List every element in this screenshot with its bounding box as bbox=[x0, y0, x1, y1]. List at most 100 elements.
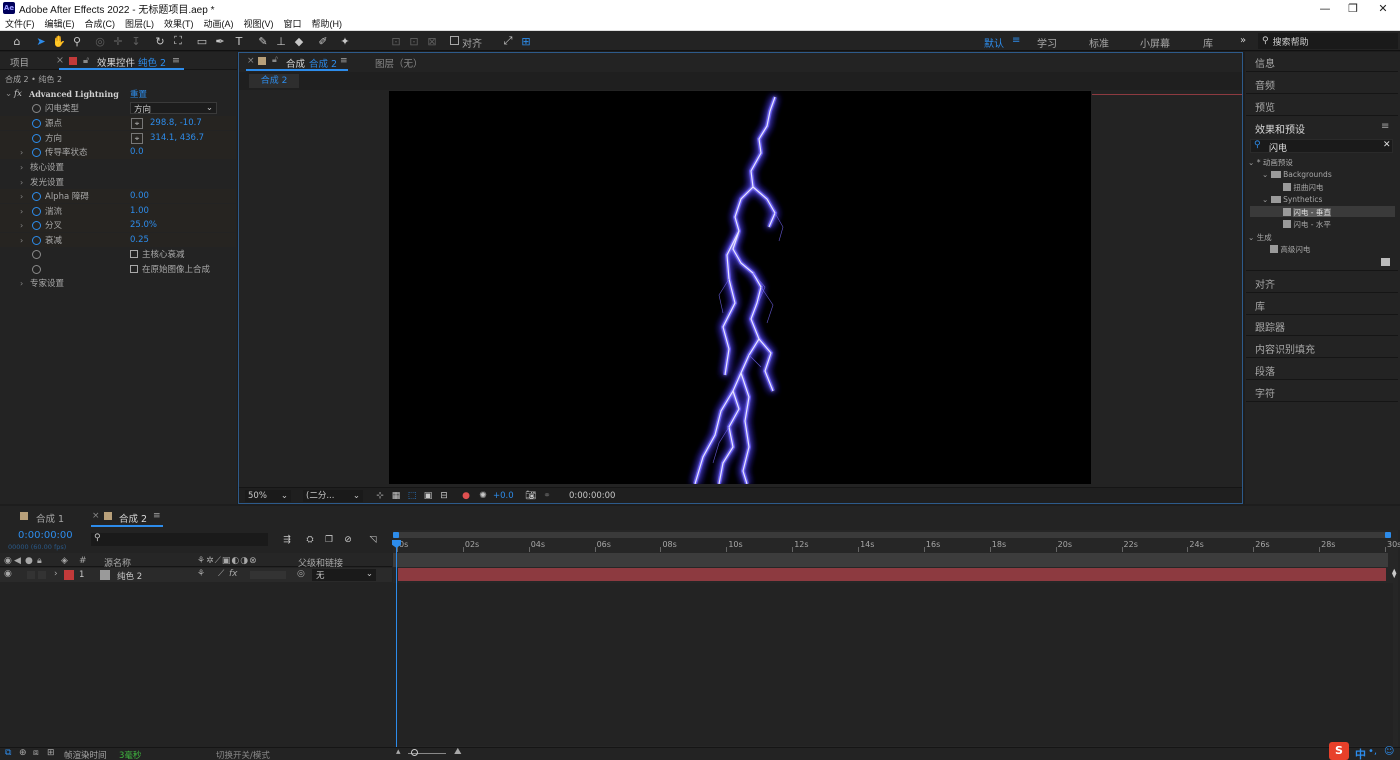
zoom-tool-icon[interactable]: ⚲ bbox=[69, 33, 85, 49]
rotate-tool-icon[interactable]: ↻ bbox=[152, 33, 168, 49]
transparency-grid-icon[interactable]: ▦ bbox=[388, 488, 404, 504]
pan-behind-tool-icon[interactable]: ⛶ bbox=[170, 33, 186, 49]
tab-project[interactable]: 项目 bbox=[10, 55, 29, 69]
crosshair-icon[interactable]: ⌖ bbox=[131, 118, 143, 129]
tab-effect-controls[interactable]: 效果控件 bbox=[97, 55, 135, 69]
fx-icon[interactable]: fx bbox=[14, 89, 22, 99]
fast-previews-icon[interactable]: ⊹ bbox=[372, 488, 388, 504]
timeline-tab-comp2[interactable]: 合成 2 bbox=[119, 511, 147, 525]
clear-search-icon[interactable]: ✕ bbox=[1383, 140, 1391, 150]
tree-item[interactable]: ⌄ * 动画预设 bbox=[1248, 157, 1293, 168]
home-icon[interactable]: ⌂ bbox=[9, 33, 25, 49]
lock-icon[interactable]: 🔓︎ bbox=[272, 55, 278, 65]
lightning-type-dropdown[interactable]: 方向 ⌄ bbox=[130, 102, 217, 115]
solo-toggle-icon[interactable]: ● bbox=[25, 556, 33, 566]
panel-preview[interactable]: 预览 bbox=[1255, 99, 1275, 114]
stopwatch-icon[interactable] bbox=[32, 249, 41, 259]
panel-paragraph[interactable]: 段落 bbox=[1255, 363, 1275, 378]
menu-view[interactable]: 视图(V) bbox=[239, 17, 279, 30]
expand-chevron-icon[interactable]: › bbox=[20, 221, 23, 230]
stopwatch-icon[interactable] bbox=[32, 147, 41, 157]
lock-column-icon[interactable]: 🔒︎ bbox=[37, 556, 42, 566]
pick-whip-icon[interactable]: ◎ bbox=[297, 569, 305, 579]
expand-chevron-icon[interactable]: › bbox=[20, 148, 23, 157]
expand-chevron-icon[interactable]: › bbox=[20, 192, 23, 201]
expand-chevron-icon[interactable]: › bbox=[54, 569, 58, 579]
panel-info[interactable]: 信息 bbox=[1255, 55, 1275, 70]
menu-edit[interactable]: 编辑(E) bbox=[40, 17, 80, 30]
brush-tool-icon[interactable]: ✎ bbox=[255, 33, 271, 49]
maximize-button[interactable]: ❐ bbox=[1338, 0, 1368, 16]
show-snapshot-icon[interactable]: ⚭ bbox=[539, 488, 555, 504]
panel-libraries[interactable]: 库 bbox=[1255, 298, 1265, 313]
panel-align[interactable]: 对齐 bbox=[1255, 276, 1275, 291]
audio-toggle-icon[interactable]: ◀ bbox=[14, 556, 21, 566]
group-core-settings[interactable]: › 核心设置 bbox=[0, 160, 236, 174]
viewer-timecode[interactable]: 0:00:00:00 bbox=[569, 491, 615, 501]
zoom-dropdown[interactable]: 50% ⌄ bbox=[245, 490, 291, 502]
param-value[interactable]: 298.8, -10.7 bbox=[150, 118, 202, 128]
stopwatch-icon[interactable] bbox=[32, 206, 41, 216]
stopwatch-icon[interactable] bbox=[32, 264, 41, 274]
composition-name-tab[interactable]: 合成 2 bbox=[309, 56, 337, 70]
close-tab-icon[interactable]: × bbox=[56, 55, 64, 66]
expand-chevron-icon[interactable]: › bbox=[20, 163, 23, 172]
lock-box[interactable] bbox=[38, 571, 46, 579]
workspace-libraries[interactable]: 库 bbox=[1203, 35, 1213, 50]
guides-icon[interactable]: ⊟ bbox=[436, 488, 452, 504]
param-value[interactable]: 25.0% bbox=[130, 220, 157, 230]
menu-file[interactable]: 文件(F) bbox=[0, 17, 40, 30]
eye-icon[interactable]: ◉ bbox=[4, 569, 12, 579]
view-axis-icon[interactable]: ⊠ bbox=[424, 33, 440, 49]
param-value[interactable]: 314.1, 436.7 bbox=[150, 133, 204, 143]
group-expert-settings[interactable]: › 专家设置 bbox=[0, 276, 236, 290]
snap-options-icon[interactable]: ⤢ bbox=[500, 33, 516, 49]
layer-name[interactable]: 纯色 2 bbox=[117, 570, 142, 582]
shy-switch-icon[interactable]: ⚘ bbox=[197, 569, 205, 579]
workspace-default[interactable]: 默认 bbox=[984, 35, 1004, 50]
main-core-decay-checkbox[interactable] bbox=[130, 250, 138, 258]
search-help-field[interactable]: ⚲ 搜索帮助 bbox=[1258, 33, 1398, 49]
in-out-toggle-icon[interactable]: ⧈ bbox=[33, 748, 39, 758]
current-time-indicator[interactable] bbox=[396, 540, 397, 747]
menu-window[interactable]: 窗口 bbox=[279, 17, 307, 30]
rectangle-tool-icon[interactable]: ▭ bbox=[194, 33, 210, 49]
draft-3d-icon[interactable]: ⛭ bbox=[302, 532, 318, 548]
graph-editor-icon[interactable]: ◹ bbox=[365, 532, 381, 548]
panel-menu-icon[interactable]: ≡ bbox=[153, 511, 161, 521]
clone-stamp-tool-icon[interactable]: ⊥ bbox=[273, 33, 289, 49]
param-value[interactable]: 0.0 bbox=[130, 147, 144, 157]
video-toggle-icon[interactable]: ◉ bbox=[4, 556, 12, 566]
tree-item[interactable]: ⌄ 生成 bbox=[1248, 232, 1272, 243]
menu-effect[interactable]: 效果(T) bbox=[159, 17, 199, 30]
stopwatch-icon[interactable] bbox=[32, 191, 41, 201]
layer-search-field[interactable]: ⚲ bbox=[91, 533, 268, 546]
snap-grid-icon[interactable]: ⊞ bbox=[518, 33, 534, 49]
ime-punctuation-icon[interactable]: •, bbox=[1368, 746, 1377, 757]
ime-language[interactable]: 中 bbox=[1355, 746, 1366, 760]
layer-label-color[interactable] bbox=[64, 570, 74, 580]
eraser-tool-icon[interactable]: ◆ bbox=[291, 33, 307, 49]
switch-boxes[interactable] bbox=[250, 571, 286, 579]
parent-dropdown[interactable]: 无 ⌄ bbox=[312, 569, 376, 581]
close-tab-icon[interactable]: × bbox=[247, 56, 255, 66]
expand-chevron-icon[interactable]: ⌄ bbox=[5, 89, 12, 99]
tree-item[interactable]: ⌄ Backgrounds bbox=[1262, 170, 1332, 179]
layer-switches-toggle-icon[interactable]: ⧉ bbox=[5, 748, 11, 758]
close-window-button[interactable]: ✕ bbox=[1368, 0, 1398, 16]
comp-mini-flowchart-icon[interactable]: ⇶ bbox=[279, 532, 295, 548]
expand-chevron-icon[interactable]: › bbox=[20, 207, 23, 216]
navigator-end-icon[interactable]: ⧫ bbox=[1392, 569, 1396, 579]
workspace-small-screen[interactable]: 小屏幕 bbox=[1140, 35, 1170, 50]
timeline-tab-comp1[interactable]: 合成 1 bbox=[36, 511, 64, 525]
tree-item[interactable]: 扭曲闪电 bbox=[1283, 182, 1323, 193]
current-time-display[interactable]: 0:00:00:00 bbox=[18, 530, 73, 541]
expand-chevron-icon[interactable]: › bbox=[20, 178, 23, 187]
param-value[interactable]: 1.00 bbox=[130, 206, 149, 216]
panel-menu-icon[interactable]: ≡ bbox=[340, 56, 348, 66]
snapping-checkbox[interactable] bbox=[450, 36, 459, 45]
menu-animation[interactable]: 动画(A) bbox=[199, 17, 239, 30]
close-tab-icon[interactable]: × bbox=[92, 511, 100, 521]
panel-audio[interactable]: 音频 bbox=[1255, 77, 1275, 92]
layer-duration-bar[interactable] bbox=[398, 568, 1386, 581]
